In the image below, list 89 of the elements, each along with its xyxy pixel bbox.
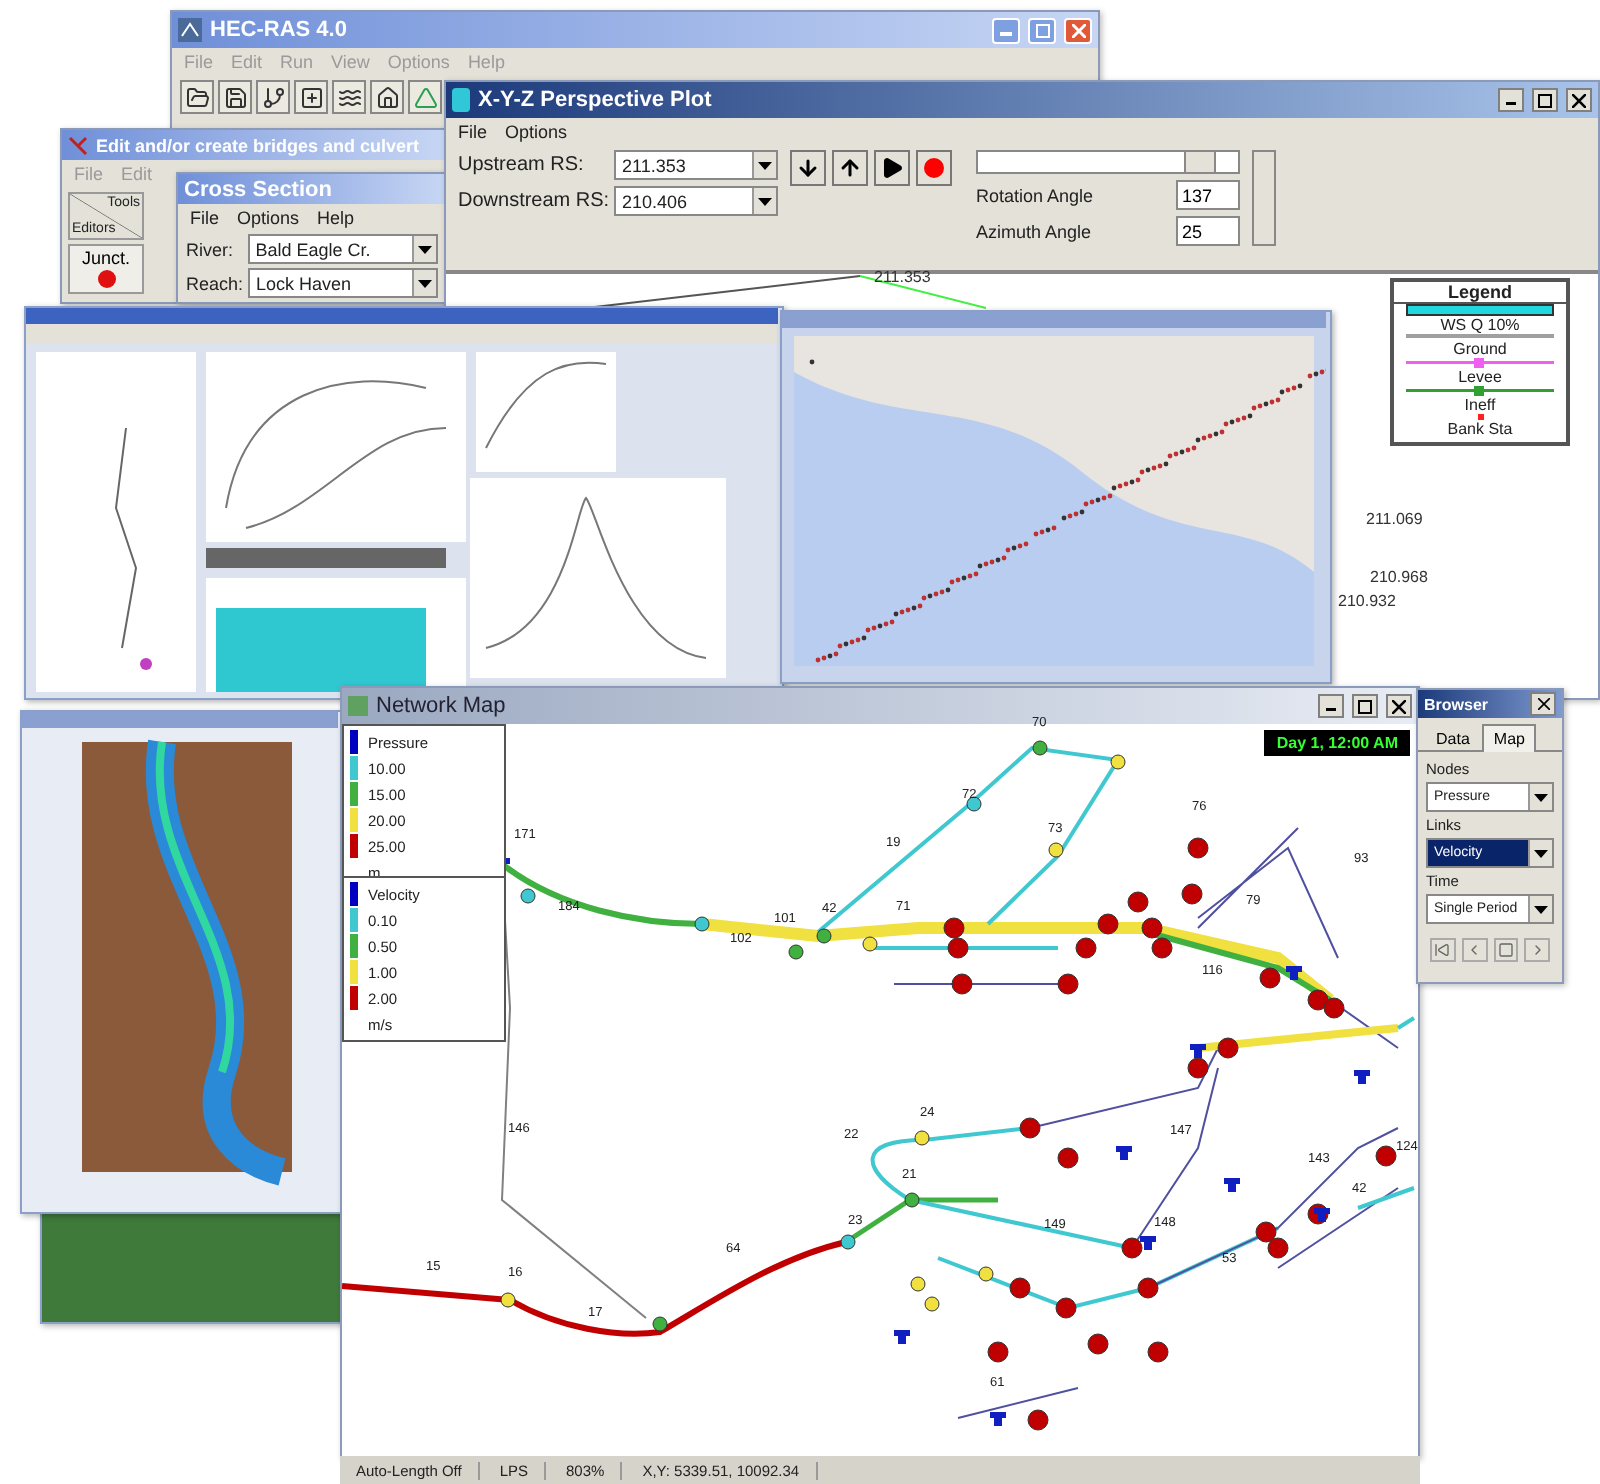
- field-label: Rotation Angle: [976, 185, 1094, 205]
- close-button[interactable]: [1530, 692, 1556, 716]
- slider-thumb[interactable]: [1184, 152, 1216, 172]
- dropdown[interactable]: 211.353: [614, 150, 778, 180]
- triangle-icon: [413, 85, 437, 109]
- square-icon: [1497, 942, 1514, 958]
- toolbar-button[interactable]: [332, 80, 366, 114]
- record-icon: [924, 158, 944, 178]
- maximize-icon: [1538, 93, 1552, 107]
- play-icon: [880, 156, 904, 180]
- slider-track[interactable]: [976, 150, 1240, 174]
- menu-item[interactable]: Help: [317, 208, 355, 228]
- legend-label: Levee: [1458, 368, 1502, 386]
- legend-label: Ground: [1453, 340, 1507, 358]
- window-title: X-Y-Z Perspective Plot: [478, 88, 714, 112]
- tab[interactable]: Data: [1424, 724, 1482, 752]
- toolbar-button[interactable]: [370, 80, 404, 114]
- dropdown[interactable]: Bald Eagle Cr.: [247, 234, 438, 264]
- close-icon: [1537, 698, 1549, 710]
- dot-icon: [97, 270, 115, 288]
- spin-scrollbar[interactable]: [1252, 150, 1276, 246]
- app-icon: [452, 88, 470, 112]
- dropdown-arrow-icon: [1534, 905, 1548, 913]
- field-label: Upstream RS:: [458, 154, 586, 176]
- dropdown[interactable]: Lock Haven: [248, 268, 438, 298]
- maximize-icon: [1358, 699, 1372, 713]
- playback-button[interactable]: [1493, 938, 1519, 962]
- menu-item[interactable]: File: [458, 122, 488, 142]
- station-label: 211.069: [1366, 510, 1423, 528]
- toolbar-button[interactable]: [256, 80, 290, 114]
- save-icon: [223, 85, 247, 109]
- window-title: Browser: [1424, 695, 1491, 713]
- tab[interactable]: Map: [1481, 724, 1537, 752]
- folder-icon: [185, 85, 209, 109]
- menu-item[interactable]: Options: [505, 122, 568, 142]
- dropdown-arrow-icon: [418, 245, 432, 253]
- close-button[interactable]: [1386, 694, 1412, 718]
- minimize-button[interactable]: [1498, 88, 1524, 112]
- field-label: Downstream RS:: [458, 190, 612, 212]
- menu-item[interactable]: File: [190, 208, 220, 228]
- waves-icon: [337, 85, 361, 109]
- time-display: Day 1, 12:00 AM: [1264, 730, 1410, 756]
- up-button[interactable]: [832, 150, 868, 186]
- arrow-up-icon: [838, 156, 862, 180]
- field-label: Azimuth Angle: [976, 221, 1092, 241]
- minimize-button[interactable]: [1318, 694, 1344, 718]
- maximize-button[interactable]: [1532, 88, 1558, 112]
- legend-label: Bank Sta: [1447, 420, 1513, 438]
- junction-button[interactable]: Junct.: [68, 244, 144, 294]
- house-icon: [375, 85, 399, 109]
- close-icon: [1071, 23, 1085, 37]
- down-button[interactable]: [790, 150, 826, 186]
- close-icon: [1392, 699, 1406, 713]
- dropdown-arrow-icon: [758, 161, 772, 169]
- plus-icon: [299, 85, 323, 109]
- dropdown-arrow-icon: [758, 197, 772, 205]
- toolbar-button[interactable]: [218, 80, 252, 114]
- maximize-button[interactable]: [1352, 694, 1378, 718]
- station-label: 210.932: [1338, 592, 1396, 610]
- legend-label: Ineff: [1464, 396, 1496, 414]
- dropdown-arrow-icon: [1534, 793, 1548, 801]
- window-title: HEC-RAS 4.0: [210, 18, 349, 42]
- toolbar-button[interactable]: [294, 80, 328, 114]
- angle-field[interactable]: 137: [1176, 180, 1240, 210]
- station-label: 210.968: [1370, 568, 1428, 586]
- legend-label: WS Q 10%: [1440, 316, 1520, 334]
- playback-button[interactable]: [1430, 938, 1456, 962]
- app-icon: [178, 18, 202, 42]
- angle-field[interactable]: 25: [1176, 216, 1240, 246]
- dropdown-arrow-icon: [1534, 849, 1548, 857]
- rating-curve-drawing: [476, 352, 616, 472]
- maximize-icon: [1035, 23, 1049, 37]
- cross-icon: [68, 135, 88, 155]
- app-icon: [348, 696, 368, 716]
- close-icon: [1572, 93, 1586, 107]
- skip-back-icon: [1434, 942, 1451, 958]
- toolbar-button[interactable]: [180, 80, 214, 114]
- branch-icon: [261, 85, 285, 109]
- dropdown-arrow-icon: [418, 279, 432, 287]
- play-button[interactable]: [874, 150, 910, 186]
- arrow-down-icon: [796, 156, 820, 180]
- window-title: Cross Section: [184, 177, 334, 201]
- menu-item[interactable]: Options: [237, 208, 300, 228]
- field-label: Reach:: [186, 273, 242, 293]
- dropdown[interactable]: 210.406: [614, 186, 778, 216]
- window-title: Network Map: [376, 694, 508, 718]
- field-label: River:: [186, 239, 236, 259]
- close-button[interactable]: [1566, 88, 1592, 112]
- window-title: Edit and/or create bridges and culvert: [96, 135, 422, 155]
